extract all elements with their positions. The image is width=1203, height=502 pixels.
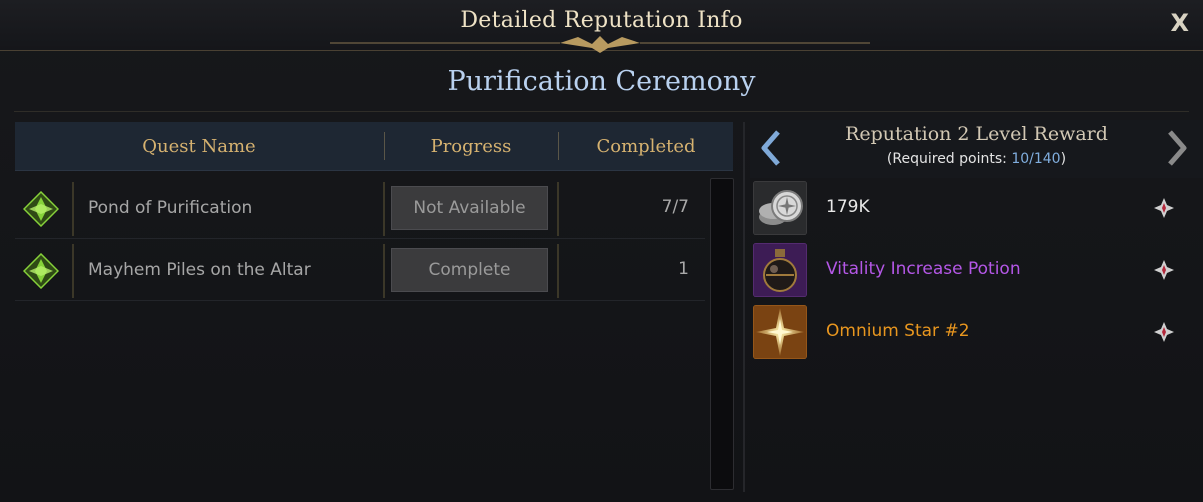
current-points: 10 [1011, 151, 1030, 167]
quest-icon [23, 253, 59, 289]
reward-name: Omnium Star #2 [826, 321, 970, 341]
potion-icon [753, 243, 807, 297]
row-separator [383, 244, 385, 298]
max-points: 140 [1033, 151, 1061, 167]
reward-name: Vitality Increase Potion [826, 259, 1021, 279]
divider [14, 111, 1189, 112]
quest-name: Pond of Purification [88, 198, 253, 218]
table-row: Mayhem Piles on the Altar Complete 1 [15, 240, 705, 301]
header-progress: Progress [430, 136, 512, 157]
quest-name: Mayhem Piles on the Altar [88, 260, 311, 280]
row-separator [383, 182, 385, 236]
panel-divider [743, 122, 745, 492]
reputation-name: Purification Ceremony [447, 66, 756, 97]
reward-name: 179K [826, 197, 870, 217]
header-quest-name: Quest Name [142, 136, 256, 157]
window-title: Detailed Reputation Info [460, 8, 743, 33]
omnium-star-icon [753, 305, 807, 359]
reward-title: Reputation 2 Level Reward [845, 123, 1108, 145]
quest-table-header: Quest Name Progress Completed [15, 122, 733, 171]
required-points: (Required points: 10/140) [750, 151, 1203, 167]
quest-icon [23, 191, 59, 227]
pin-icon[interactable] [1152, 320, 1176, 344]
pin-icon[interactable] [1152, 196, 1176, 220]
next-arrow-icon[interactable] [1164, 128, 1192, 168]
row-separator [72, 244, 74, 298]
reward-item[interactable]: 179K [750, 178, 1203, 240]
row-separator [557, 182, 559, 236]
required-points-label: (Required points: [886, 151, 1012, 167]
progress-button[interactable]: Complete [391, 248, 548, 292]
progress-button[interactable]: Not Available [391, 186, 548, 230]
reward-panel: Reputation 2 Level Reward (Required poin… [750, 120, 1203, 495]
table-row: Pond of Purification Not Available 7/7 [15, 178, 705, 239]
completed-count: 1 [678, 259, 689, 279]
pin-icon[interactable] [1152, 258, 1176, 282]
reward-header: Reputation 2 Level Reward (Required poin… [750, 120, 1203, 178]
scrollbar[interactable] [710, 178, 734, 490]
row-separator [72, 182, 74, 236]
header-completed: Completed [596, 136, 696, 157]
completed-count: 7/7 [661, 197, 689, 217]
required-points-close: ) [1060, 151, 1067, 167]
quest-table: Quest Name Progress Completed Pond of Pu… [15, 122, 735, 492]
title-ornament-icon [330, 36, 870, 53]
reward-item[interactable]: Vitality Increase Potion [750, 240, 1203, 302]
close-button[interactable]: X [1170, 9, 1189, 37]
reward-item[interactable]: Omnium Star #2 [750, 302, 1203, 364]
silver-coins-icon [753, 181, 807, 235]
title-bar: Detailed Reputation Info X [0, 0, 1203, 53]
reputation-window: Detailed Reputation Info X Purification … [0, 0, 1203, 502]
row-separator [557, 244, 559, 298]
